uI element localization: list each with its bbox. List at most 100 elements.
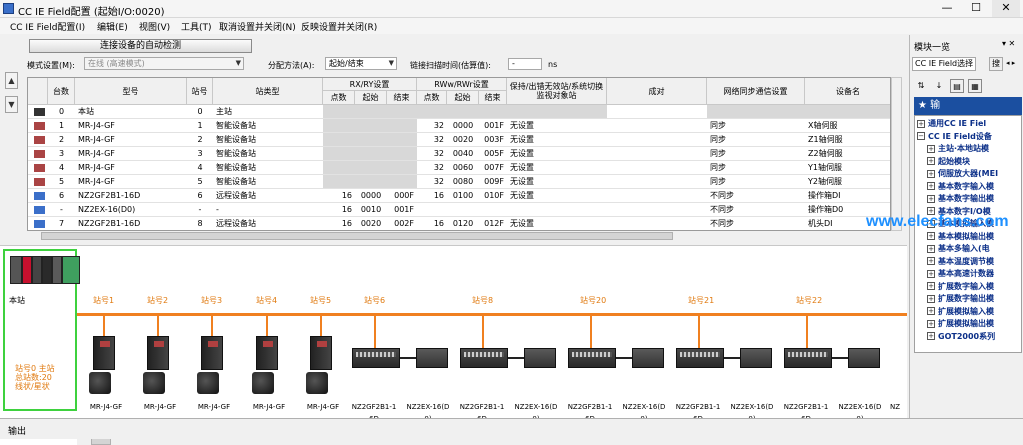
table-cell-rw-pts[interactable]: 32	[417, 147, 447, 160]
table-cell-rw-start[interactable]	[447, 105, 479, 118]
sort-icon[interactable]: ⇅	[914, 79, 928, 93]
table-cell-rx-end[interactable]	[387, 133, 417, 146]
table-cell-count[interactable]: 0	[48, 105, 75, 118]
table-cell-station[interactable]: 4	[187, 161, 213, 174]
host-station-selection[interactable]: 本站 站号0 主站 总站数:20 线状/星状	[3, 249, 80, 411]
table-cell-sync[interactable]: 同步	[707, 175, 805, 188]
table-cell-model[interactable]: 本站	[75, 105, 187, 118]
module-tree-item[interactable]: + 通用CC IE Fiel	[917, 118, 986, 130]
table-cell-station[interactable]: -	[187, 203, 213, 216]
expand-icon[interactable]: +	[927, 182, 935, 190]
expand-icon[interactable]: +	[927, 332, 935, 340]
table-cell-count[interactable]: 2	[48, 133, 75, 146]
table-cell-type[interactable]: -	[213, 203, 323, 216]
module-tree-item[interactable]: + 基本多输入(电	[927, 243, 990, 255]
table-cell-rx-start[interactable]: 0010	[355, 203, 387, 216]
module-tree-item[interactable]: + 扩展数字输出模	[927, 293, 994, 305]
servo-amplifier-image[interactable]	[256, 336, 278, 370]
module-tree-item[interactable]: + GOT2000系列	[927, 331, 995, 343]
expand-icon[interactable]: +	[927, 244, 935, 253]
servo-amplifier-image[interactable]	[93, 336, 115, 370]
table-cell-rw-pts[interactable]	[417, 203, 447, 216]
table-cell-rw-end[interactable]: 007F	[479, 161, 507, 174]
table-cell-rx-end[interactable]: 000F	[387, 189, 417, 202]
table-cell-rx-pts[interactable]: 16	[323, 217, 355, 230]
module-tree-item[interactable]: + 扩展数字输入模	[927, 281, 994, 293]
table-cell-model[interactable]: NZ2GF2B1-16D	[75, 217, 187, 230]
table-cell-rw-start[interactable]	[447, 203, 479, 216]
table-cell-station[interactable]: 8	[187, 217, 213, 230]
table-row[interactable]: 2 MR-J4-GF 2 智能设备站 32 0020 003F 无设置 同步 Z1轴伺服	[28, 133, 890, 147]
table-cell-name[interactable]: X轴伺服	[805, 119, 890, 132]
table-cell-rx-end[interactable]	[387, 147, 417, 160]
table-cell-name[interactable]	[805, 105, 890, 118]
table-cell-hold[interactable]	[507, 105, 607, 118]
table-cell-rw-end[interactable]: 009F	[479, 175, 507, 188]
move-down-button[interactable]: ▼	[5, 96, 18, 113]
table-cell-station[interactable]: 2	[187, 133, 213, 146]
table-cell-model[interactable]: MR-J4-GF	[75, 133, 187, 146]
table-cell-model[interactable]: NZ2GF2B1-16D	[75, 189, 187, 202]
menu-apply-close[interactable]: 反映设置并关闭(R)	[301, 20, 377, 33]
table-cell-sync[interactable]: 同步	[707, 119, 805, 132]
table-cell-sync[interactable]: 不同步	[707, 203, 805, 216]
table-row[interactable]: 6 NZ2GF2B1-16D 6 远程设备站 16 0000 000F 16 0100 010F 无…	[28, 189, 890, 203]
remote-io-module-image[interactable]	[784, 348, 832, 368]
table-cell-rx-end[interactable]	[387, 175, 417, 188]
table-cell-sync[interactable]: 同步	[707, 147, 805, 160]
module-tree-item[interactable]: + 扩展模拟输出模	[927, 318, 994, 330]
table-cell-sync[interactable]	[707, 105, 805, 118]
table-cell-rx-start[interactable]	[355, 175, 387, 188]
extension-module-image[interactable]	[740, 348, 772, 368]
expand-icon[interactable]: −	[917, 132, 925, 140]
table-row[interactable]: 3 MR-J4-GF 3 智能设备站 32 0040 005F 无设置 同步 Z2轴伺服	[28, 147, 890, 161]
table-cell-hold[interactable]: 无设置	[507, 133, 607, 146]
table-cell-count[interactable]: 6	[48, 189, 75, 202]
table-cell-type[interactable]: 远程设备站	[213, 217, 323, 230]
table-cell-rx-end[interactable]	[387, 119, 417, 132]
table-cell-count[interactable]: 7	[48, 217, 75, 230]
expand-icon[interactable]: +	[927, 157, 935, 165]
servo-amplifier-image[interactable]	[201, 336, 223, 370]
table-cell-type[interactable]: 智能设备站	[213, 133, 323, 146]
table-cell-rx-start[interactable]	[355, 119, 387, 132]
table-cell-rw-end[interactable]	[479, 105, 507, 118]
table-cell-rw-pts[interactable]: 32	[417, 175, 447, 188]
auto-detect-button[interactable]: 连接设备的自动检测	[29, 39, 252, 53]
table-row[interactable]: 7 NZ2GF2B1-16D 8 远程设备站 16 0020 002F 16 0120 012F 无…	[28, 217, 890, 230]
table-cell-rx-start[interactable]	[355, 147, 387, 160]
table-cell-rx-start[interactable]: 0000	[355, 189, 387, 202]
tab-scroll-arrows[interactable]: ◂ ▸	[1006, 59, 1015, 67]
table-cell-rx-start[interactable]	[355, 133, 387, 146]
table-cell-rx-start[interactable]	[355, 105, 387, 118]
table-cell-rw-end[interactable]: 003F	[479, 133, 507, 146]
module-tree-item[interactable]: + 基本高速计数器	[927, 268, 994, 280]
table-cell-sync[interactable]: 不同步	[707, 217, 805, 230]
table-cell-rw-pts[interactable]: 32	[417, 161, 447, 174]
remote-io-module-image[interactable]	[352, 348, 400, 368]
table-cell-type[interactable]: 智能设备站	[213, 175, 323, 188]
table-cell-sync[interactable]: 同步	[707, 133, 805, 146]
table-cell-rw-end[interactable]: 010F	[479, 189, 507, 202]
table-cell-count[interactable]: -	[48, 203, 75, 216]
table-cell-rx-pts[interactable]	[323, 175, 355, 188]
scrollbar-thumb[interactable]	[91, 438, 111, 445]
menu-ccie-config[interactable]: CC IE Field配置(I)	[10, 20, 85, 33]
table-vertical-scrollbar[interactable]	[891, 77, 902, 231]
table-cell-rx-pts[interactable]	[323, 161, 355, 174]
table-cell-rw-pts[interactable]	[417, 105, 447, 118]
table-cell-rx-pts[interactable]	[323, 105, 355, 118]
master-station-image[interactable]	[10, 256, 80, 284]
table-cell-name[interactable]: Y2轴伺服	[805, 175, 890, 188]
table-cell-rw-end[interactable]: 001F	[479, 119, 507, 132]
table-row[interactable]: 0 本站 0 主站	[28, 105, 890, 119]
table-horizontal-scrollbar[interactable]	[27, 231, 891, 241]
table-cell-rw-start[interactable]: 0100	[447, 189, 479, 202]
table-cell-hold[interactable]	[507, 203, 607, 216]
table-cell-rw-end[interactable]: 005F	[479, 147, 507, 160]
tab-search[interactable]: 搜	[989, 57, 1003, 71]
table-cell-rx-end[interactable]: 002F	[387, 217, 417, 230]
menu-edit[interactable]: 编辑(E)	[97, 20, 128, 33]
module-tree-item[interactable]: + 基本模拟输出模	[927, 231, 994, 243]
table-cell-rw-start[interactable]: 0120	[447, 217, 479, 230]
